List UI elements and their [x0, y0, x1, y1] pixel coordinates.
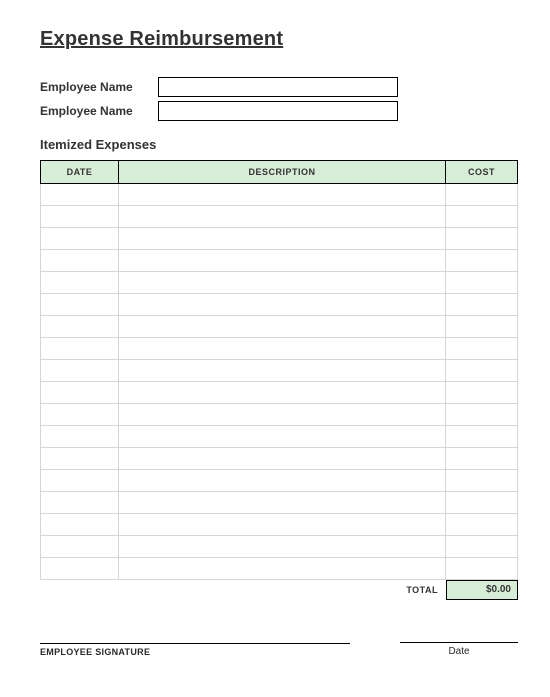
cell-description[interactable] [119, 294, 446, 316]
signature-area: EMPLOYEE SIGNATURE Date [40, 642, 518, 657]
cell-date[interactable] [41, 382, 119, 404]
cell-cost[interactable] [446, 272, 518, 294]
cell-date[interactable] [41, 514, 119, 536]
cell-date[interactable] [41, 426, 119, 448]
employee-signature-label: EMPLOYEE SIGNATURE [40, 643, 350, 657]
cell-description[interactable] [119, 250, 446, 272]
cell-cost[interactable] [446, 228, 518, 250]
cell-cost[interactable] [446, 558, 518, 580]
cell-description[interactable] [119, 184, 446, 206]
cell-description[interactable] [119, 426, 446, 448]
cell-cost[interactable] [446, 426, 518, 448]
meta-row-2: Employee Name [40, 101, 518, 121]
table-row [41, 338, 518, 360]
cell-date[interactable] [41, 492, 119, 514]
cell-cost[interactable] [446, 338, 518, 360]
table-row [41, 272, 518, 294]
cell-description[interactable] [119, 228, 446, 250]
cell-date[interactable] [41, 448, 119, 470]
table-row [41, 404, 518, 426]
cell-description[interactable] [119, 536, 446, 558]
table-row [41, 558, 518, 580]
table-row [41, 294, 518, 316]
table-row [41, 250, 518, 272]
cell-cost[interactable] [446, 206, 518, 228]
cell-date[interactable] [41, 294, 119, 316]
table-row [41, 492, 518, 514]
cell-description[interactable] [119, 514, 446, 536]
table-row [41, 448, 518, 470]
cell-description[interactable] [119, 272, 446, 294]
cell-cost[interactable] [446, 404, 518, 426]
table-row [41, 426, 518, 448]
cell-cost[interactable] [446, 294, 518, 316]
cell-date[interactable] [41, 184, 119, 206]
employee-name-input-2[interactable] [158, 101, 398, 121]
cell-cost[interactable] [446, 448, 518, 470]
cell-description[interactable] [119, 338, 446, 360]
cell-cost[interactable] [446, 184, 518, 206]
cell-date[interactable] [41, 470, 119, 492]
cell-date[interactable] [41, 272, 119, 294]
date-label: Date [400, 642, 518, 657]
table-row [41, 228, 518, 250]
expenses-table: DATE DESCRIPTION COST [40, 160, 518, 580]
cell-date[interactable] [41, 558, 119, 580]
cell-cost[interactable] [446, 360, 518, 382]
table-row [41, 360, 518, 382]
cell-cost[interactable] [446, 250, 518, 272]
cell-date[interactable] [41, 404, 119, 426]
cell-description[interactable] [119, 404, 446, 426]
cell-date[interactable] [41, 360, 119, 382]
col-header-cost: COST [446, 161, 518, 184]
table-row [41, 184, 518, 206]
employee-name-label-2: Employee Name [40, 104, 158, 118]
total-label: TOTAL [406, 585, 438, 595]
employee-name-input-1[interactable] [158, 77, 398, 97]
cell-cost[interactable] [446, 316, 518, 338]
cell-description[interactable] [119, 448, 446, 470]
table-row [41, 536, 518, 558]
cell-description[interactable] [119, 206, 446, 228]
itemized-expenses-label: Itemized Expenses [40, 137, 518, 152]
table-row [41, 382, 518, 404]
cell-cost[interactable] [446, 382, 518, 404]
cell-cost[interactable] [446, 514, 518, 536]
cell-description[interactable] [119, 382, 446, 404]
table-row [41, 514, 518, 536]
table-row [41, 206, 518, 228]
page-title: Expense Reimbursement [40, 28, 518, 51]
cell-cost[interactable] [446, 470, 518, 492]
col-header-date: DATE [41, 161, 119, 184]
table-row [41, 316, 518, 338]
cell-description[interactable] [119, 470, 446, 492]
cell-description[interactable] [119, 360, 446, 382]
cell-description[interactable] [119, 492, 446, 514]
total-value: $0.00 [446, 580, 518, 600]
cell-date[interactable] [41, 536, 119, 558]
cell-date[interactable] [41, 228, 119, 250]
cell-date[interactable] [41, 316, 119, 338]
col-header-description: DESCRIPTION [119, 161, 446, 184]
meta-row-1: Employee Name [40, 77, 518, 97]
cell-description[interactable] [119, 558, 446, 580]
cell-date[interactable] [41, 338, 119, 360]
cell-cost[interactable] [446, 492, 518, 514]
employee-name-label-1: Employee Name [40, 80, 158, 94]
total-row: TOTAL $0.00 [40, 580, 518, 600]
cell-date[interactable] [41, 206, 119, 228]
table-row [41, 470, 518, 492]
cell-description[interactable] [119, 316, 446, 338]
cell-date[interactable] [41, 250, 119, 272]
cell-cost[interactable] [446, 536, 518, 558]
